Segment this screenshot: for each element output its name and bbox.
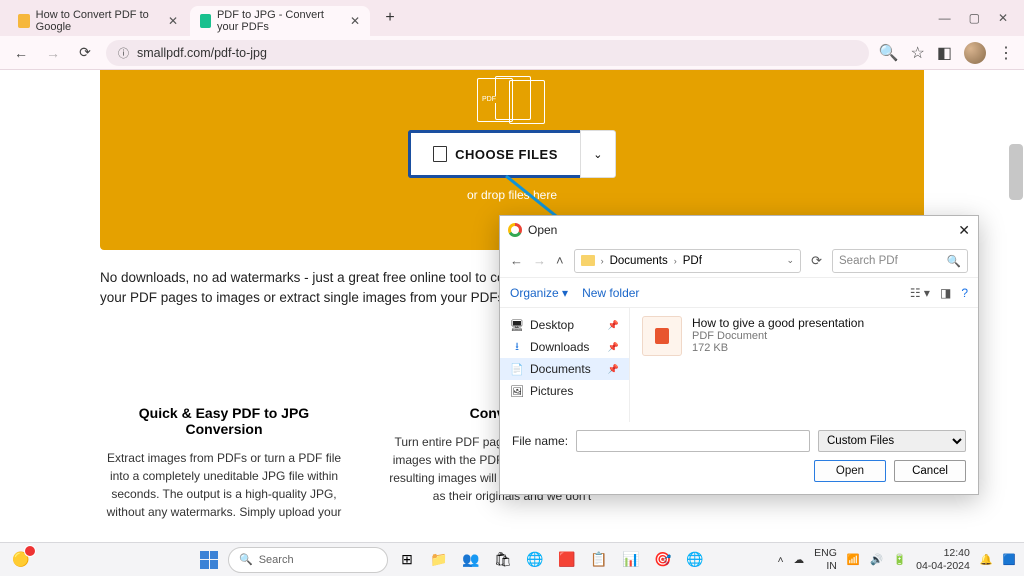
menu-icon[interactable]: ⋮ bbox=[998, 43, 1014, 63]
start-button[interactable] bbox=[196, 547, 222, 573]
dlg-forward-button[interactable]: → bbox=[533, 253, 546, 268]
search-icon: 🔍 bbox=[239, 553, 253, 566]
sidebar-item-pictures[interactable]: 🖼Pictures bbox=[500, 380, 629, 402]
minimize-button[interactable]: — bbox=[939, 11, 951, 25]
forward-button[interactable]: → bbox=[42, 42, 64, 64]
clock[interactable]: 12:4004-04-2024 bbox=[916, 547, 970, 571]
folder-icon bbox=[581, 255, 595, 266]
volume-icon[interactable]: 🔊 bbox=[870, 553, 883, 566]
choose-files-dropdown[interactable]: ⌄ bbox=[580, 130, 616, 178]
store-icon[interactable]: 🛍 bbox=[490, 547, 516, 573]
filename-input[interactable] bbox=[576, 430, 810, 452]
taskbar-search[interactable]: 🔍Search bbox=[228, 547, 388, 573]
language-indicator[interactable]: ENGIN bbox=[814, 547, 837, 571]
pdf-stack-icon: PDF bbox=[477, 76, 547, 122]
view-options-button[interactable]: ☷ ▾ bbox=[910, 286, 930, 300]
extensions-icon[interactable]: ◧ bbox=[937, 43, 952, 63]
cancel-button[interactable]: Cancel bbox=[894, 460, 966, 482]
organize-menu[interactable]: Organize ▾ bbox=[510, 286, 568, 300]
tab-favicon bbox=[200, 14, 211, 28]
close-icon[interactable]: ✕ bbox=[168, 14, 178, 28]
tab-favicon bbox=[18, 14, 30, 28]
dialog-title: Open bbox=[528, 223, 557, 237]
sidebar-item-desktop[interactable]: 🖥Desktop📌 bbox=[500, 314, 629, 336]
dlg-search-input[interactable]: Search PDf 🔍 bbox=[832, 249, 968, 273]
file-size: 172 KB bbox=[692, 342, 864, 354]
preview-pane-button[interactable]: ◨ bbox=[940, 286, 951, 300]
back-button[interactable]: ← bbox=[10, 42, 32, 64]
tab-title: How to Convert PDF to Google bbox=[36, 9, 162, 33]
tab-title: PDF to JPG - Convert your PDFs bbox=[217, 9, 344, 33]
close-icon[interactable]: ✕ bbox=[350, 14, 360, 28]
file-name: How to give a good presentation bbox=[692, 316, 864, 330]
open-button[interactable]: Open bbox=[814, 460, 886, 482]
file-open-dialog: Open ✕ ← → ˄ › Documents › PDf ⌄ ⟳ Searc… bbox=[499, 215, 979, 495]
url-text: smallpdf.com/pdf-to-jpg bbox=[137, 46, 267, 60]
scrollbar[interactable] bbox=[1009, 144, 1023, 200]
chrome-icon bbox=[508, 223, 522, 237]
bookmark-icon[interactable]: ☆ bbox=[911, 43, 925, 63]
help-icon[interactable]: ? bbox=[961, 286, 968, 300]
refresh-button[interactable]: ⟳ bbox=[811, 253, 822, 269]
explorer-icon[interactable]: 📁 bbox=[426, 547, 452, 573]
app-icon[interactable]: 🟥 bbox=[554, 547, 580, 573]
app-icon[interactable]: 📊 bbox=[618, 547, 644, 573]
file-filter-select[interactable]: Custom Files bbox=[818, 430, 966, 452]
chrome-icon[interactable]: 🌐 bbox=[522, 547, 548, 573]
app-icon[interactable]: 🎯 bbox=[650, 547, 676, 573]
file-item[interactable]: How to give a good presentation PDF Docu… bbox=[642, 316, 966, 356]
app-icon[interactable]: 🌐 bbox=[682, 547, 708, 573]
profile-avatar[interactable] bbox=[964, 42, 986, 64]
dlg-back-button[interactable]: ← bbox=[510, 253, 523, 268]
battery-icon[interactable]: 🔋 bbox=[893, 553, 906, 566]
address-bar[interactable]: ⓘ smallpdf.com/pdf-to-jpg bbox=[106, 40, 869, 66]
new-folder-button[interactable]: New folder bbox=[582, 286, 639, 300]
file-icon bbox=[433, 146, 447, 162]
dlg-up-button[interactable]: ˄ bbox=[556, 253, 564, 268]
page-description: No downloads, no ad watermarks - just a … bbox=[100, 268, 540, 309]
tray-chevron-icon[interactable]: ˄ bbox=[777, 554, 783, 566]
maximize-button[interactable]: ▢ bbox=[969, 11, 980, 25]
col1-body: Extract images from PDFs or turn a PDF f… bbox=[100, 449, 348, 521]
sidebar-item-downloads[interactable]: ⭳Downloads📌 bbox=[500, 336, 629, 358]
close-button[interactable]: ✕ bbox=[998, 11, 1008, 25]
browser-tab[interactable]: How to Convert PDF to Google ✕ bbox=[8, 6, 188, 36]
teams-icon[interactable]: 👥 bbox=[458, 547, 484, 573]
zoom-icon[interactable]: 🔍 bbox=[879, 43, 899, 63]
task-view-icon[interactable]: ⊞ bbox=[394, 547, 420, 573]
onedrive-icon[interactable]: ☁ bbox=[794, 554, 805, 566]
col1-title: Quick & Easy PDF to JPG Conversion bbox=[100, 405, 348, 437]
taskbar: 🟡 🔍Search ⊞ 📁 👥 🛍 🌐 🟥 📋 📊 🎯 🌐 ˄ ☁ ENGIN … bbox=[0, 542, 1024, 576]
sidebar-item-documents[interactable]: 📄Documents📌 bbox=[500, 358, 629, 380]
taskbar-app-icon[interactable]: 🟡 bbox=[8, 547, 34, 573]
site-info-icon[interactable]: ⓘ bbox=[118, 45, 129, 61]
file-type: PDF Document bbox=[692, 330, 864, 342]
copilot-icon[interactable]: 🟦 bbox=[1003, 553, 1016, 566]
notifications-icon[interactable]: 🔔 bbox=[980, 553, 993, 566]
new-tab-button[interactable]: + bbox=[378, 6, 402, 30]
drop-hint: or drop files here bbox=[467, 188, 557, 202]
choose-files-button[interactable]: CHOOSE FILES bbox=[408, 130, 580, 178]
app-icon[interactable]: 📋 bbox=[586, 547, 612, 573]
pdf-thumbnail-icon bbox=[642, 316, 682, 356]
browser-tab-active[interactable]: PDF to JPG - Convert your PDFs ✕ bbox=[190, 6, 370, 36]
breadcrumb[interactable]: › Documents › PDf ⌄ bbox=[574, 249, 802, 273]
wifi-icon[interactable]: 📶 bbox=[847, 553, 860, 566]
reload-button[interactable]: ⟳ bbox=[74, 42, 96, 64]
dialog-close-button[interactable]: ✕ bbox=[958, 222, 970, 239]
filename-label: File name: bbox=[512, 434, 568, 448]
search-icon: 🔍 bbox=[947, 254, 961, 268]
